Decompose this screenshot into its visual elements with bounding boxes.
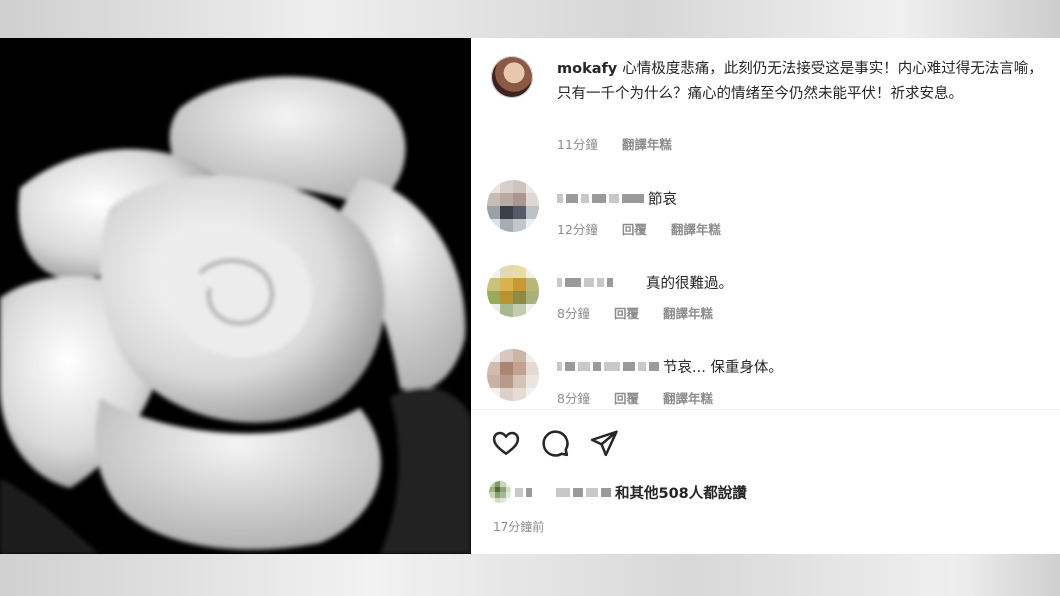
comment-2: 真的很難過。	[557, 272, 733, 293]
translate-button[interactable]: 翻譯年糕	[663, 388, 713, 407]
caption-text: 心情极度悲痛，此刻仍无法接受这是事实！内心难过得无法言喻，只有一千个为什么？痛心…	[557, 61, 1043, 102]
reply-button[interactable]: 回覆	[614, 388, 639, 407]
author-username[interactable]: mokafy	[557, 61, 617, 77]
comment-icon[interactable]	[538, 426, 572, 460]
background-band-bottom	[0, 554, 1060, 596]
blurred-username[interactable]	[557, 362, 659, 371]
comment-3: 节哀... 保重身体。	[557, 356, 783, 377]
comment-1: 節哀	[557, 188, 677, 209]
comment-avatar[interactable]	[487, 265, 539, 317]
blurred-username[interactable]	[557, 194, 644, 203]
blurred-liker-name[interactable]	[515, 487, 611, 497]
caption-meta: 11分鐘 翻譯年糕	[557, 134, 672, 153]
actions-divider	[471, 409, 1060, 410]
comment-text: 节哀... 保重身体。	[663, 360, 783, 376]
post-photo[interactable]	[0, 38, 471, 554]
background-band-top	[0, 0, 1060, 38]
post-actions	[489, 426, 621, 460]
comment-avatar[interactable]	[487, 349, 539, 401]
reply-button[interactable]: 回覆	[622, 219, 647, 238]
caption-time[interactable]: 11分鐘	[557, 134, 598, 153]
author-avatar[interactable]	[491, 56, 533, 98]
reply-button[interactable]: 回覆	[614, 303, 639, 322]
post-timestamp[interactable]: 17分鐘前	[493, 518, 544, 535]
blurred-username[interactable]	[557, 278, 642, 287]
comment-avatar[interactable]	[487, 180, 539, 232]
comment-3-meta: 8分鐘 回覆 翻譯年糕	[557, 388, 713, 407]
caption-translate-button[interactable]: 翻譯年糕	[622, 134, 672, 153]
liker-avatar[interactable]	[489, 481, 511, 503]
likes-summary[interactable]: 和其他508人都說讚	[489, 481, 747, 503]
post-caption: mokafy 心情极度悲痛，此刻仍无法接受这是事实！内心难过得无法言喻，只有一千个…	[557, 57, 1057, 107]
comment-time[interactable]: 12分鐘	[557, 219, 598, 238]
heart-icon[interactable]	[489, 426, 523, 460]
translate-button[interactable]: 翻譯年糕	[663, 303, 713, 322]
comment-2-meta: 8分鐘 回覆 翻譯年糕	[557, 303, 713, 322]
translate-button[interactable]: 翻譯年糕	[671, 219, 721, 238]
comment-text: 節哀	[648, 192, 677, 208]
comment-time[interactable]: 8分鐘	[557, 303, 590, 322]
comment-1-meta: 12分鐘 回覆 翻譯年糕	[557, 219, 721, 238]
comment-time[interactable]: 8分鐘	[557, 388, 590, 407]
instagram-post: mokafy 心情极度悲痛，此刻仍无法接受这是事实！内心难过得无法言喻，只有一千个…	[0, 38, 1060, 554]
post-side-panel: mokafy 心情极度悲痛，此刻仍无法接受这是事实！内心难过得无法言喻，只有一千个…	[471, 38, 1060, 554]
likes-text: 和其他508人都說讚	[615, 485, 747, 502]
white-rose-image	[0, 38, 471, 554]
share-icon[interactable]	[587, 426, 621, 460]
comment-text: 真的很難過。	[646, 276, 733, 292]
